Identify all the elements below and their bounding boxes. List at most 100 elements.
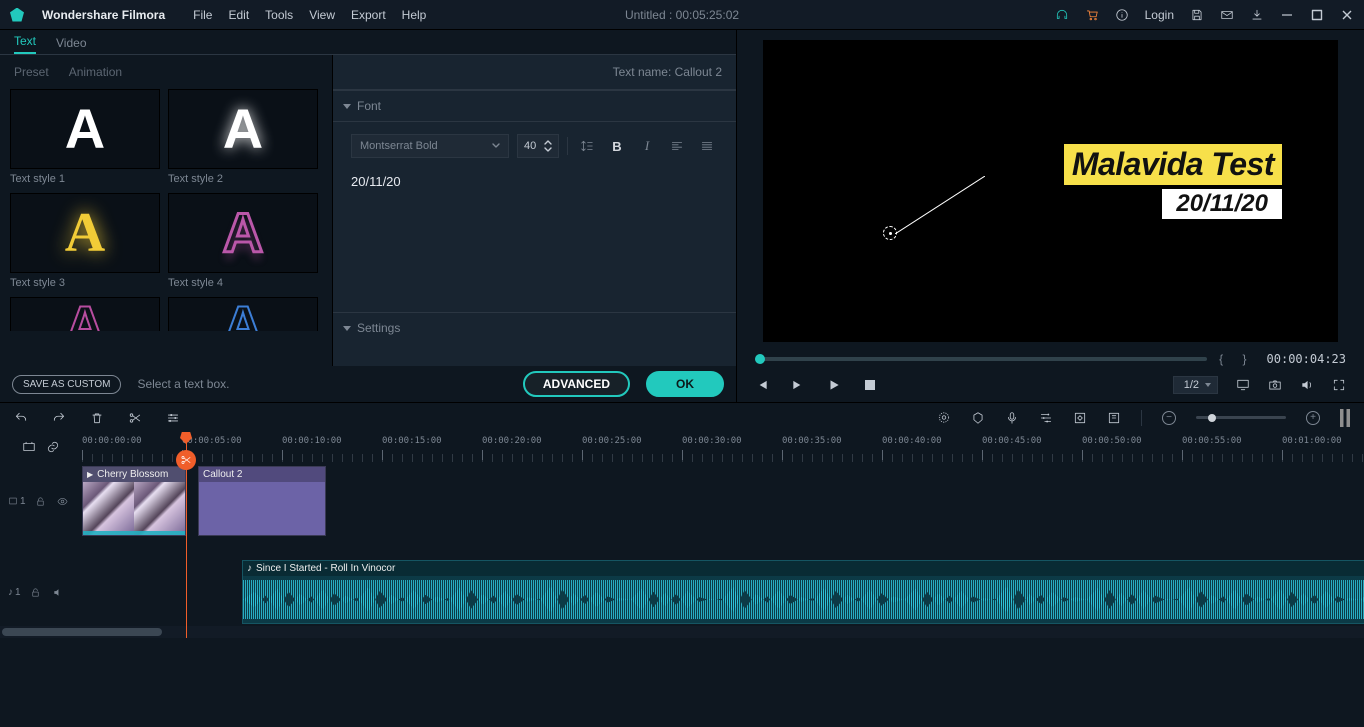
split-icon[interactable] [128,411,142,425]
adjust-icon[interactable] [166,411,180,425]
record-voice-icon[interactable] [1005,411,1019,425]
volume-icon[interactable] [1300,378,1314,392]
prev-frame-button[interactable] [755,378,769,392]
undo-icon[interactable] [14,411,28,425]
video-track-header: 1 [0,462,82,540]
download-icon[interactable] [1250,8,1264,22]
ruler-tick: 00:01:00:00 [1282,436,1342,446]
text-style-1[interactable]: A Text style 1 [10,89,160,185]
menu-file[interactable]: File [193,8,212,22]
next-frame-button[interactable] [791,378,805,392]
ruler-tick: 00:00:30:00 [682,436,742,446]
timeline-playhead[interactable] [186,432,187,638]
text-clip[interactable]: Callout 2 [198,466,326,536]
preview-scale-select[interactable]: 1/2 [1173,376,1218,394]
play-button[interactable] [827,378,841,392]
text-style-2[interactable]: A Text style 2 [168,89,318,185]
font-size-input[interactable]: 40 [517,134,559,158]
info-icon[interactable] [1115,8,1129,22]
audio-clip[interactable]: ♪Since I Started - Roll In Vinocor [242,560,1364,624]
text-name-label: Text name: Callout 2 [333,55,736,90]
delete-icon[interactable] [90,411,104,425]
playhead-split-icon[interactable] [176,450,196,470]
callout-text-box[interactable]: Malavida Test 20/11/20 [1064,144,1282,219]
menu-tools[interactable]: Tools [265,8,293,22]
preview-viewport[interactable]: Malavida Test 20/11/20 [763,40,1338,342]
ruler-tick: 00:00:40:00 [882,436,942,446]
font-family-select[interactable]: Montserrat Bold [351,134,509,158]
timeline-toolbar: − + [0,402,1364,432]
save-as-custom-button[interactable]: SAVE AS CUSTOM [12,375,121,394]
ruler-tick: 00:00:45:00 [982,436,1042,446]
cart-icon[interactable] [1085,8,1099,22]
subtab-preset[interactable]: Preset [14,65,49,79]
app-logo-icon [10,8,24,22]
lock-track-icon[interactable] [34,494,48,508]
align-left-icon[interactable] [666,135,688,157]
save-icon[interactable] [1190,8,1204,22]
preview-timecode: 00:00:04:23 [1267,352,1346,366]
color-wheel-icon[interactable] [937,411,951,425]
font-section-header[interactable]: Font [333,90,736,121]
lock-track-icon[interactable] [29,585,43,599]
scrubber-knob[interactable] [755,354,765,364]
display-icon[interactable] [1236,378,1250,392]
preview-scrubber[interactable] [755,357,1207,361]
fullscreen-icon[interactable] [1332,378,1346,392]
audio-track-lane[interactable]: ♪Since I Started - Roll In Vinocor [82,558,1364,626]
text-style-4[interactable]: A Text style 4 [168,193,318,289]
zoom-out-button[interactable]: − [1162,411,1176,425]
text-style-6-partial[interactable]: A [168,297,318,331]
document-title: Untitled : 00:05:25:02 [625,8,739,22]
timeline-options-icon[interactable] [1340,409,1350,427]
link-toggle-icon[interactable] [46,440,60,454]
advanced-button[interactable]: ADVANCED [523,371,630,397]
ok-button[interactable]: OK [646,371,724,397]
text-style-3[interactable]: A Text style 3 [10,193,160,289]
mail-icon[interactable] [1220,8,1234,22]
italic-button[interactable]: I [636,135,658,157]
window-maximize-icon[interactable] [1310,8,1324,22]
text-content-editor[interactable]: 20/11/20 [351,170,718,300]
timeline-h-scrollbar[interactable] [0,626,1364,638]
align-justify-icon[interactable] [696,135,718,157]
zoom-in-button[interactable]: + [1306,411,1320,425]
audio-waveform [243,576,1364,623]
menu-help[interactable]: Help [402,8,427,22]
scrollbar-thumb[interactable] [2,628,162,636]
snapshot-icon[interactable] [1268,378,1282,392]
login-button[interactable]: Login [1145,8,1174,22]
tab-video[interactable]: Video [56,36,86,54]
stop-button[interactable] [863,378,877,392]
ruler-tick: 00:00:35:00 [782,436,842,446]
timeline-ruler[interactable]: 00:00:00:0000:00:05:0000:00:10:0000:00:1… [82,432,1364,462]
window-close-icon[interactable] [1340,8,1354,22]
fit-timeline-icon[interactable] [22,440,36,454]
marker-icon[interactable] [971,411,985,425]
bold-button[interactable]: B [606,135,628,157]
visibility-icon[interactable] [56,494,70,508]
trim-brackets[interactable]: { } [1219,352,1254,366]
settings-section-header[interactable]: Settings [333,312,736,343]
menu-edit[interactable]: Edit [228,8,249,22]
window-minimize-icon[interactable] [1280,8,1294,22]
text-style-5-partial[interactable]: A [10,297,160,331]
zoom-knob[interactable] [1208,414,1216,422]
menu-view[interactable]: View [309,8,335,22]
keyframe-icon[interactable] [1073,411,1087,425]
line-spacing-icon[interactable] [576,135,598,157]
callout-leader-line [895,176,985,234]
redo-icon[interactable] [52,411,66,425]
subtab-animation[interactable]: Animation [69,65,122,79]
tab-text[interactable]: Text [14,34,36,54]
mixer-icon[interactable] [1039,411,1053,425]
render-icon[interactable] [1107,411,1121,425]
timeline: 00:00:00:0000:00:05:0000:00:10:0000:00:1… [0,432,1364,638]
mute-track-icon[interactable] [51,585,65,599]
app-name: Wondershare Filmora [42,8,165,22]
video-clip[interactable]: ▶Cherry Blossom [82,466,186,536]
video-track-lane[interactable]: ▶Cherry Blossom Callout 2 [82,462,1364,540]
menu-export[interactable]: Export [351,8,386,22]
support-icon[interactable] [1055,8,1069,22]
zoom-slider[interactable] [1196,416,1286,419]
